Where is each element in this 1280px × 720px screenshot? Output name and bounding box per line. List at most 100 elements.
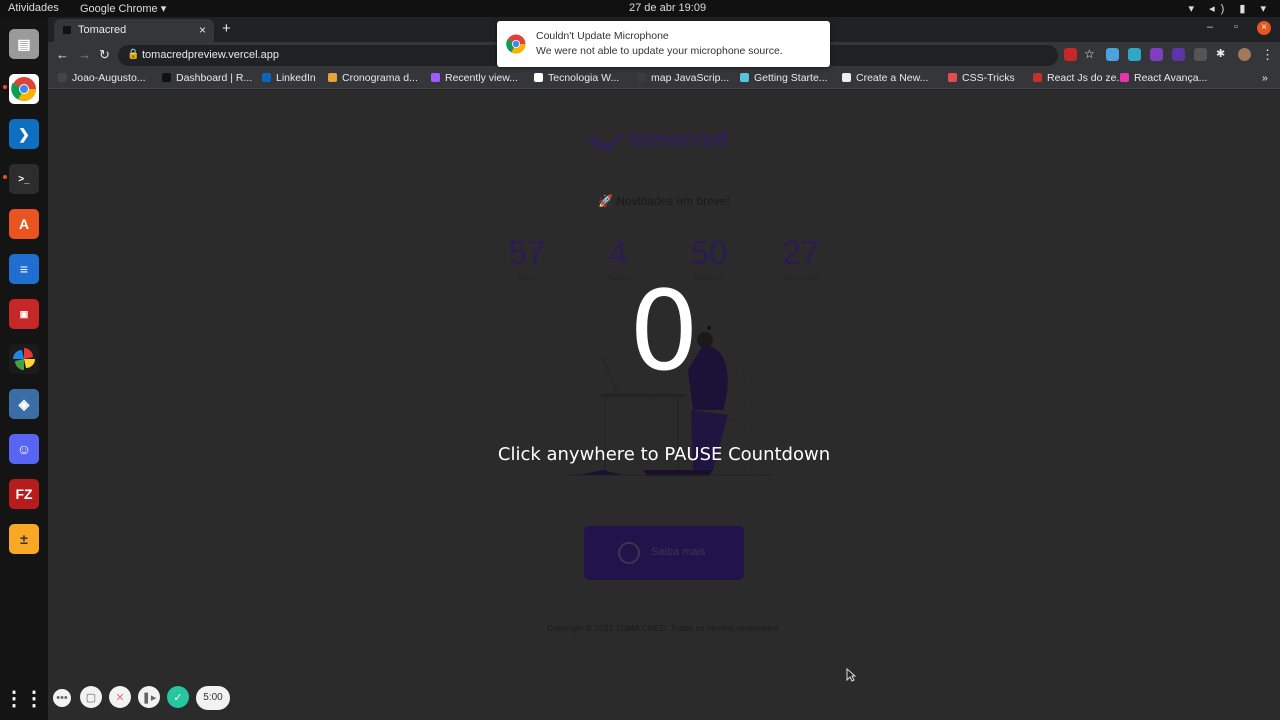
bookmarks-overflow-button[interactable]: »: [1262, 72, 1268, 84]
bookmark-item[interactable]: LinkedIn: [262, 72, 316, 84]
window-close-button[interactable]: ×: [1257, 21, 1271, 35]
recorder-menu-icon[interactable]: •••: [53, 689, 71, 707]
bookmark-favicon-icon: [534, 73, 543, 82]
tab-close-icon[interactable]: ×: [199, 23, 206, 37]
notification-body: We were not able to update your micropho…: [536, 45, 783, 57]
bookmark-item[interactable]: CSS-Tricks: [948, 72, 1015, 84]
vscode-icon[interactable]: ❯: [9, 119, 39, 149]
discord-icon[interactable]: ☺: [9, 434, 39, 464]
footer-copyright: Copyright © 2021 TOMA CRED. Todos os dir…: [547, 623, 781, 633]
network-app-icon[interactable]: ◈: [9, 389, 39, 419]
show-apps-icon[interactable]: ⋮⋮: [4, 683, 44, 713]
bookmark-label: LinkedIn: [276, 72, 316, 84]
bookmark-item[interactable]: Recently view...: [431, 72, 518, 84]
tab-title: Tomacred: [78, 24, 127, 36]
bookmark-item[interactable]: Create a New...: [842, 72, 928, 84]
tagline: 🚀 Novidades em breve!: [598, 194, 730, 208]
bookmark-favicon-icon: [948, 73, 957, 82]
bookmark-item[interactable]: Joao-Augusto...: [58, 72, 146, 84]
extension-icon[interactable]: [1150, 48, 1163, 61]
pinwheel-icon: [13, 348, 35, 370]
extension-icon[interactable]: [1106, 48, 1119, 61]
chrome-menu-icon[interactable]: ⋮: [1261, 47, 1274, 63]
bookmark-item[interactable]: Dashboard | R...: [162, 72, 252, 84]
web-page[interactable]: tomacred 🚀 Novidades em breve! 57 Dias :…: [48, 90, 1280, 720]
bookmark-star-icon[interactable]: ☆: [1084, 47, 1095, 61]
software-center-icon[interactable]: A: [9, 209, 39, 239]
extension-icon[interactable]: [1172, 48, 1185, 61]
logo-check-icon: [586, 132, 624, 152]
new-tab-button[interactable]: +: [222, 20, 231, 37]
reload-button[interactable]: ↻: [99, 47, 110, 63]
bookmark-favicon-icon: [1120, 73, 1129, 82]
mouse-cursor-icon: [846, 668, 856, 682]
countdown-value: 57: [508, 234, 546, 271]
game-icon[interactable]: ▣: [9, 299, 39, 329]
microphone-notification[interactable]: Couldn't Update Microphone We were not a…: [497, 21, 830, 67]
browser-window: Tomacred × + – ▫ × ← → ↻ 🔒 tomacredprevi…: [48, 17, 1280, 720]
bookmark-item[interactable]: React Js do ze...: [1033, 72, 1125, 84]
bookmark-label: React Js do ze...: [1047, 72, 1126, 84]
lock-icon: 🔒: [127, 49, 140, 60]
forward-button[interactable]: →: [78, 47, 91, 62]
countdown-days: 57 Dias: [482, 234, 572, 282]
bookmark-label: React Avança...: [1134, 72, 1208, 84]
bookmark-label: map JavaScrip...: [651, 72, 730, 84]
activities-button[interactable]: Atividades: [8, 2, 59, 14]
clock[interactable]: 27 de abr 19:09: [629, 2, 706, 14]
tab-tomacred[interactable]: Tomacred ×: [54, 19, 214, 42]
extension-icon[interactable]: [1128, 48, 1141, 61]
bookmark-favicon-icon: [842, 73, 851, 82]
overlay-countdown-number: 0: [629, 267, 699, 395]
overlay-pause-instruction[interactable]: Click anywhere to PAUSE Countdown: [48, 444, 1280, 465]
system-tray[interactable]: ▾ ◂) ▮ ▾: [1189, 2, 1272, 15]
profile-avatar[interactable]: [1238, 48, 1251, 61]
logo-wordmark: tomacred: [629, 128, 728, 151]
files-icon[interactable]: ▤: [9, 29, 39, 59]
calculator-icon[interactable]: ±: [9, 524, 39, 554]
bookmark-favicon-icon: [431, 73, 440, 82]
url-text[interactable]: tomacredpreview.vercel.app: [142, 49, 279, 61]
chrome-logo-icon: [11, 77, 36, 102]
recorder-window-icon[interactable]: ▢: [80, 686, 102, 708]
countdown-value: 27: [782, 234, 820, 271]
bookmark-favicon-icon: [1033, 73, 1042, 82]
bookmark-item[interactable]: Cronograma d...: [328, 72, 418, 84]
running-indicator: [3, 175, 7, 179]
dock: ▤ ❯ >_ A ≡ ▣ ◈ ☺ FZ ± ⋮⋮: [0, 17, 48, 720]
countdown-seconds: 27 Segundos: [756, 234, 846, 282]
bookmarks-bar: Joao-Augusto... Dashboard | R... LinkedIn C…: [48, 69, 1280, 89]
bookmark-item[interactable]: Tecnologia W...: [534, 72, 619, 84]
filezilla-icon[interactable]: FZ: [9, 479, 39, 509]
bookmark-item[interactable]: map JavaScrip...: [637, 72, 729, 84]
bookmark-favicon-icon: [328, 73, 337, 82]
system-top-bar: Atividades Google Chrome ▾ 27 de abr 19:…: [0, 0, 1280, 17]
recorder-done-icon[interactable]: ✓: [167, 686, 189, 708]
chrome-logo-icon: [506, 34, 526, 54]
whatsapp-icon: [618, 542, 640, 564]
chrome-icon[interactable]: [9, 74, 39, 104]
extensions-puzzle-icon[interactable]: ✱: [1216, 47, 1225, 60]
recorder-pause-icon[interactable]: ❚▸: [138, 686, 160, 708]
restore-button[interactable]: ▫: [1234, 21, 1238, 33]
bookmark-label: Tecnologia W...: [548, 72, 620, 84]
bookmark-favicon-icon: [262, 73, 271, 82]
back-button[interactable]: ←: [56, 47, 69, 62]
solitaire-icon[interactable]: [9, 344, 39, 374]
bookmark-label: CSS-Tricks: [962, 72, 1015, 84]
recorder-cancel-icon[interactable]: ✕: [109, 686, 131, 708]
app-menu[interactable]: Google Chrome ▾: [80, 2, 166, 15]
terminal-icon[interactable]: >_: [9, 164, 39, 194]
writer-icon[interactable]: ≡: [9, 254, 39, 284]
bookmark-label: Getting Starte...: [754, 72, 828, 84]
recorder-timer: 5:00: [196, 686, 230, 710]
extension-icon[interactable]: [1194, 48, 1207, 61]
saiba-mais-button[interactable]: Saiba mais: [584, 526, 744, 580]
tab-favicon-icon: [63, 26, 71, 34]
extension-icon[interactable]: [1064, 48, 1077, 61]
bookmark-label: Dashboard | R...: [176, 72, 253, 84]
bookmark-item[interactable]: Getting Starte...: [740, 72, 828, 84]
bookmark-item[interactable]: React Avança...: [1120, 72, 1207, 84]
minimize-button[interactable]: –: [1207, 21, 1213, 33]
bookmark-favicon-icon: [58, 73, 67, 82]
